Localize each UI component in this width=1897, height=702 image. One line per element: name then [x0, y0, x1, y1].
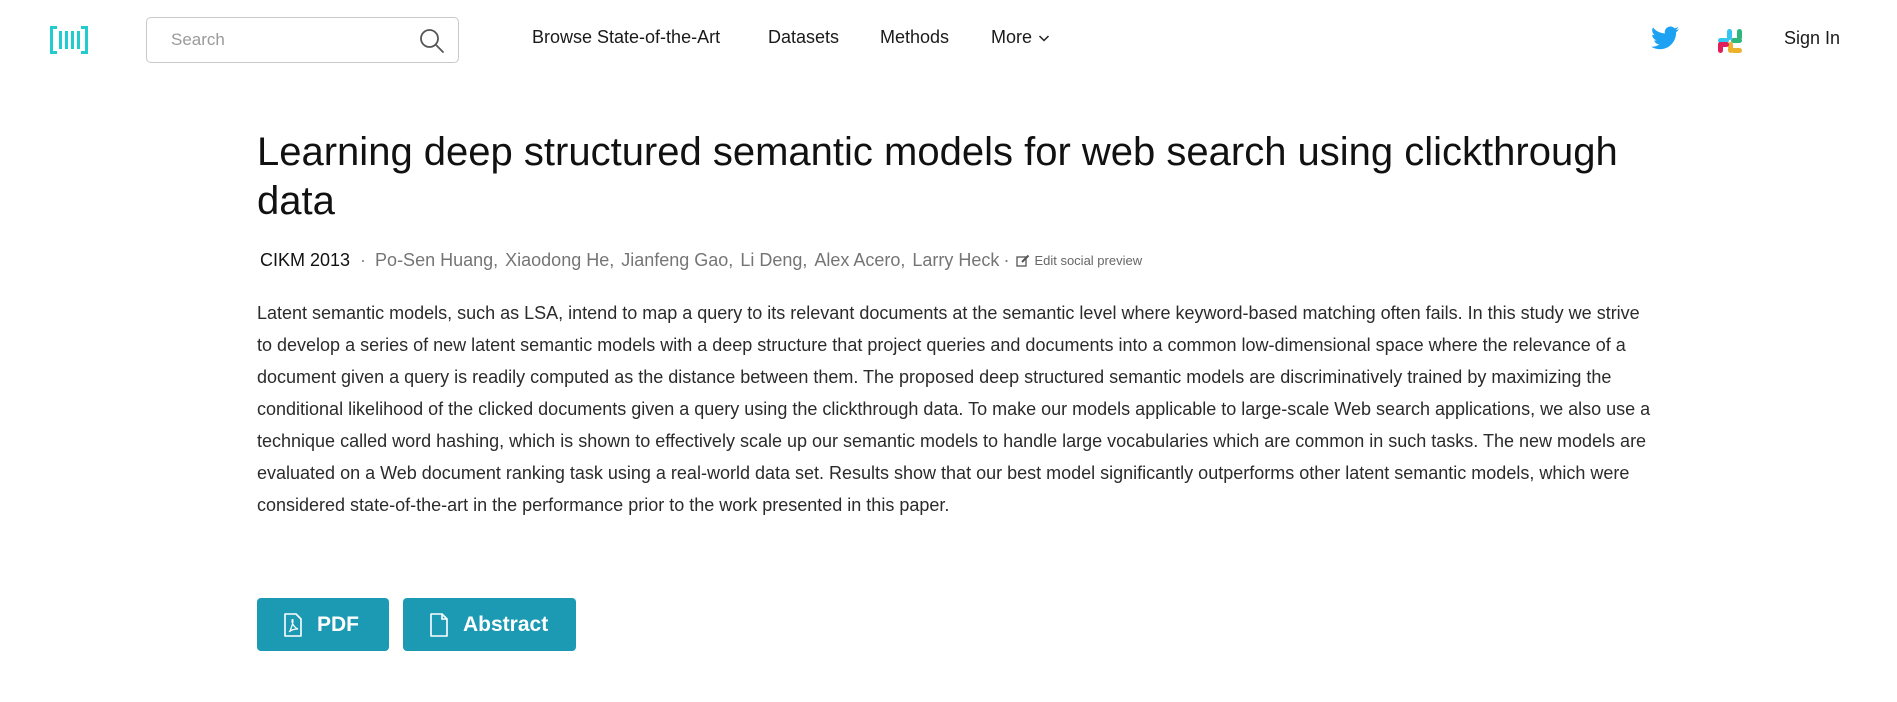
nav-methods[interactable]: Methods — [880, 27, 949, 48]
papers-with-code-logo-icon[interactable] — [50, 24, 88, 56]
search-icon[interactable] — [418, 27, 446, 55]
meta-separator: · — [360, 250, 367, 270]
paper-abstract: Latent semantic models, such as LSA, int… — [257, 303, 1651, 515]
slack-icon[interactable] — [1717, 28, 1743, 54]
paper-title: Learning deep structured semantic models… — [257, 130, 1618, 223]
abstract-button-label: Abstract — [463, 612, 549, 636]
author-link[interactable]: Jianfeng Gao, — [621, 250, 733, 271]
pdf-file-icon — [284, 612, 302, 637]
pdf-button[interactable]: PDF — [257, 598, 389, 651]
edit-icon — [1016, 254, 1030, 267]
author-link[interactable]: Larry Heck — [912, 250, 999, 271]
chevron-down-icon — [1038, 34, 1050, 42]
nav-datasets[interactable]: Datasets — [768, 27, 839, 48]
nav-browse-sota[interactable]: Browse State-of-the-Art — [532, 27, 720, 48]
twitter-icon[interactable] — [1651, 25, 1679, 51]
file-icon — [430, 612, 448, 637]
meta-separator: · — [1003, 250, 1010, 270]
edit-social-preview-label: Edit social preview — [1034, 253, 1143, 268]
author-link[interactable]: Po-Sen Huang, — [375, 250, 498, 271]
paper-meta: CIKM 2013 · Po-Sen Huang, Xiaodong He, J… — [257, 250, 1657, 271]
paper-section: Learning deep structured semantic models… — [257, 128, 1657, 539]
search-box — [146, 17, 459, 63]
search-input[interactable] — [147, 18, 407, 62]
sign-in-link[interactable]: Sign In — [1784, 28, 1840, 49]
nav-more-label: More — [991, 27, 1033, 47]
author-link[interactable]: Li Deng, — [740, 250, 807, 271]
pdf-button-label: PDF — [317, 612, 359, 636]
edit-social-preview-link[interactable]: Edit social preview — [1016, 253, 1142, 268]
author-link[interactable]: Xiaodong He, — [505, 250, 614, 271]
top-navbar: Browse State-of-the-Art Datasets Methods… — [0, 0, 1897, 80]
abstract-button[interactable]: Abstract — [403, 598, 576, 651]
author-link[interactable]: Alex Acero, — [814, 250, 905, 271]
venue-label[interactable]: CIKM 2013 — [260, 250, 350, 271]
nav-more-dropdown[interactable]: More — [991, 27, 1050, 48]
paper-action-buttons: PDF Abstract — [257, 598, 576, 651]
